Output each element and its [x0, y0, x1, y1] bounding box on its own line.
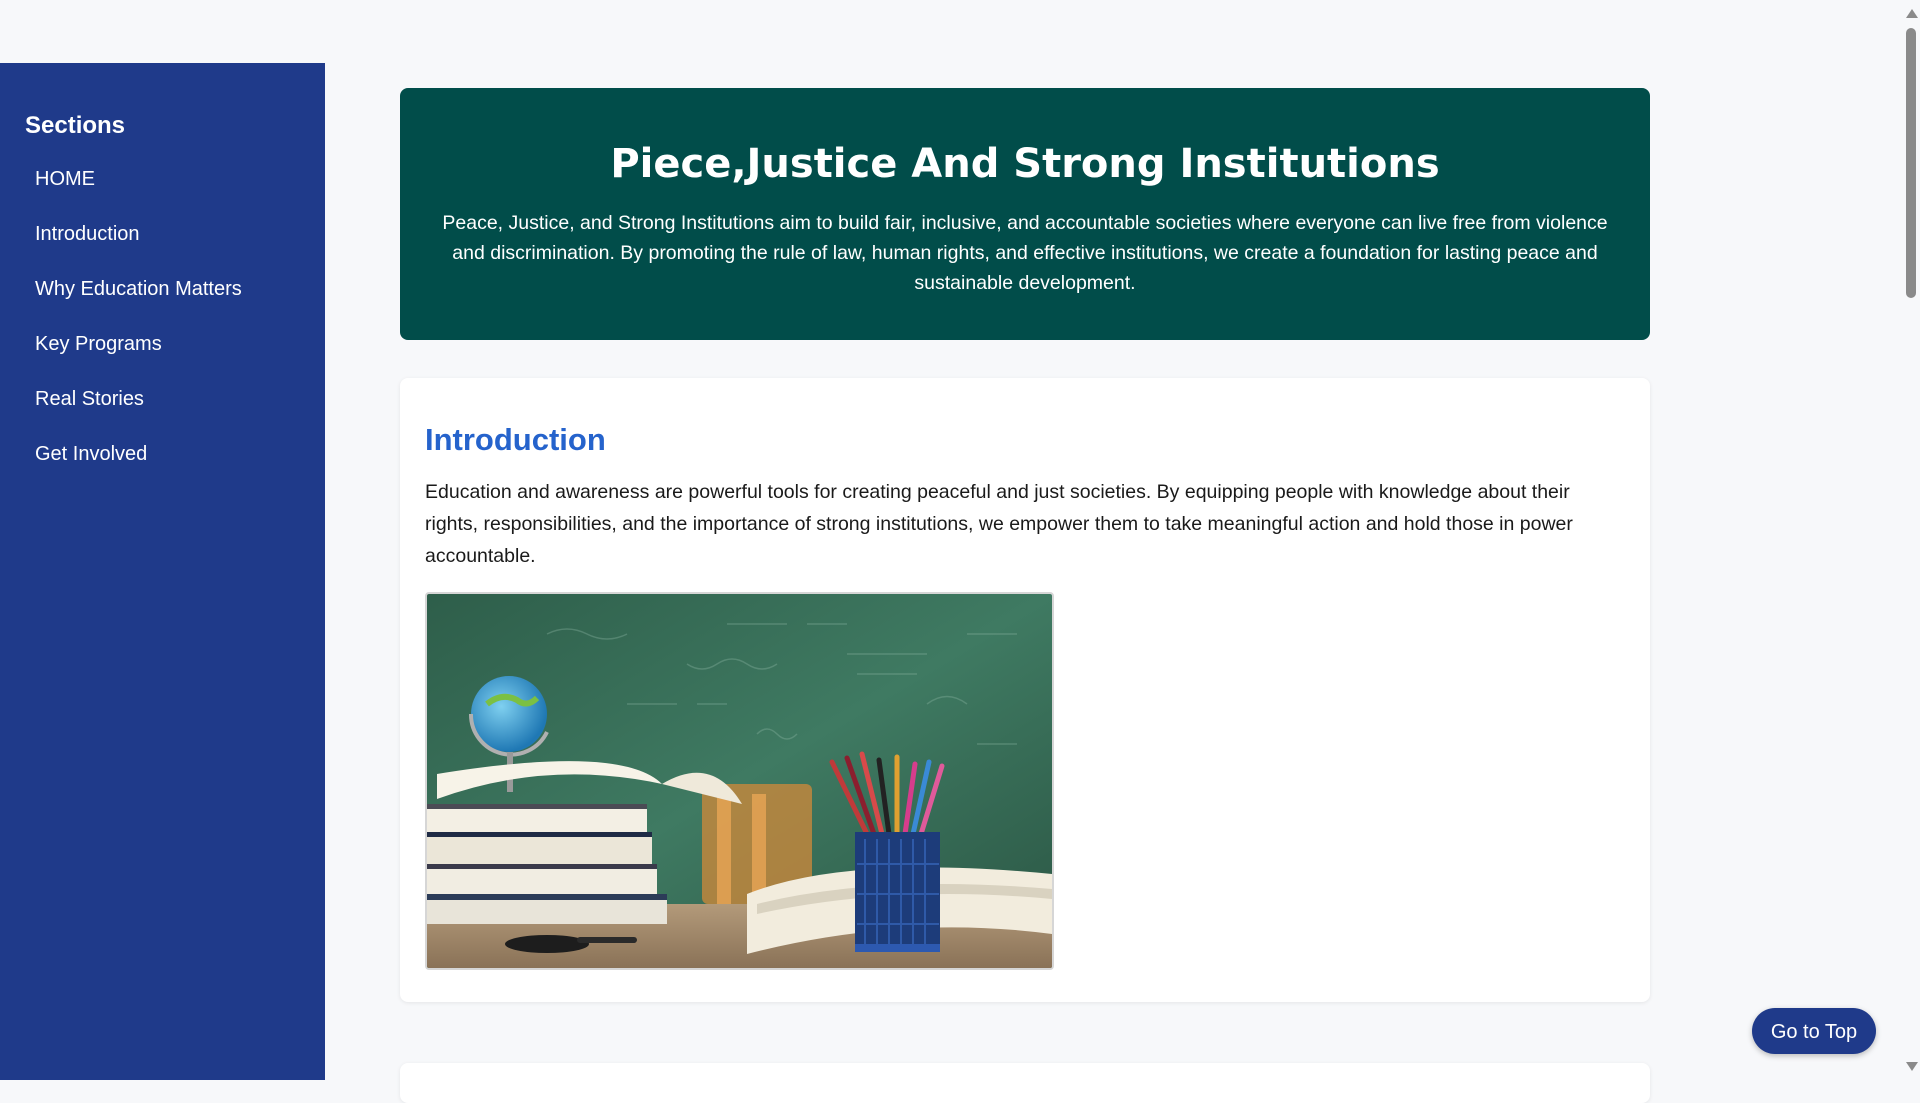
sidebar-item-introduction[interactable]: Introduction	[0, 211, 325, 266]
hero-description: Peace, Justice, and Strong Institutions …	[442, 212, 1608, 294]
sidebar-item-key-programs[interactable]: Key Programs	[0, 321, 325, 376]
scrollbar-thumb[interactable]	[1906, 28, 1916, 298]
next-section-card	[400, 1063, 1650, 1103]
introduction-text: Education and awareness are powerful too…	[425, 481, 1573, 567]
main-content: Piece,Justice And Strong Institutions Pe…	[400, 88, 1650, 1002]
introduction-section: Introduction Education and awareness are…	[400, 378, 1650, 1002]
scroll-down-arrow-icon[interactable]	[1906, 1062, 1918, 1071]
page-title: Piece,Justice And Strong Institutions	[610, 141, 1440, 187]
scroll-up-arrow-icon[interactable]	[1906, 9, 1918, 18]
sidebar-item-why-education-matters[interactable]: Why Education Matters	[0, 266, 325, 321]
sidebar-nav-list: HOME Introduction Why Education Matters …	[0, 156, 325, 486]
classroom-image	[425, 592, 1054, 970]
hero-banner: Piece,Justice And Strong Institutions Pe…	[400, 88, 1650, 340]
go-to-top-button[interactable]: Go to Top	[1752, 1008, 1876, 1054]
introduction-heading: Introduction	[425, 422, 606, 457]
sidebar-item-home[interactable]: HOME	[0, 156, 325, 211]
vertical-scrollbar[interactable]	[1902, 0, 1920, 1080]
sidebar-item-get-involved[interactable]: Get Involved	[0, 431, 325, 486]
sidebar: Sections HOME Introduction Why Education…	[0, 63, 325, 1080]
sidebar-title: Sections	[25, 112, 126, 139]
sidebar-item-real-stories[interactable]: Real Stories	[0, 376, 325, 431]
